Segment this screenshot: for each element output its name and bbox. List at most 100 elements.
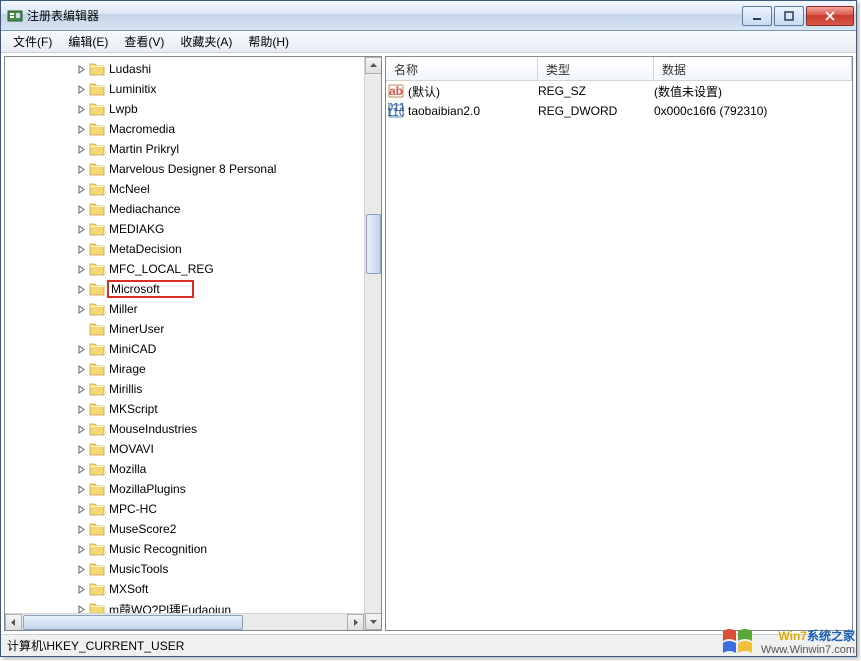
folder-icon [89, 162, 105, 176]
tree-item[interactable]: McNeel [5, 179, 364, 199]
titlebar[interactable]: 注册表编辑器 [1, 1, 856, 31]
tree-item[interactable]: Lwpb [5, 99, 364, 119]
tree-item-label: MEDIAKG [109, 222, 164, 236]
tree-item[interactable]: Music Recognition [5, 539, 364, 559]
expand-icon[interactable] [75, 203, 87, 215]
expand-icon[interactable] [75, 583, 87, 595]
expand-icon[interactable] [75, 483, 87, 495]
tree-item[interactable]: MEDIAKG [5, 219, 364, 239]
tree-item[interactable]: MFC_LOCAL_REG [5, 259, 364, 279]
window-title: 注册表编辑器 [27, 7, 740, 24]
column-type[interactable]: 类型 [538, 57, 654, 80]
expand-icon[interactable] [75, 143, 87, 155]
scroll-track-v[interactable] [365, 74, 381, 613]
tree-item[interactable]: Marvelous Designer 8 Personal [5, 159, 364, 179]
scroll-left-button[interactable] [5, 614, 22, 631]
tree-item-label: MiniCAD [109, 342, 156, 356]
expand-icon[interactable] [75, 603, 87, 613]
tree-item[interactable]: MPC-HC [5, 499, 364, 519]
tree-item[interactable]: MozillaPlugins [5, 479, 364, 499]
tree-item[interactable]: Mirage [5, 359, 364, 379]
tree-item[interactable]: MXSoft [5, 579, 364, 599]
content-area: LudashiLuminitixLwpbMacromediaMartin Pri… [1, 53, 856, 634]
menu-file[interactable]: 文件(F) [5, 31, 60, 52]
maximize-button[interactable] [774, 6, 804, 26]
tree-item[interactable]: Miller [5, 299, 364, 319]
expand-icon[interactable] [75, 443, 87, 455]
expand-icon[interactable] [75, 563, 87, 575]
expand-icon[interactable] [75, 543, 87, 555]
value-data: 0x000c16f6 (792310) [654, 104, 852, 118]
folder-icon [89, 542, 105, 556]
minimize-button[interactable] [742, 6, 772, 26]
expand-icon[interactable] [75, 463, 87, 475]
scroll-track-h[interactable] [22, 614, 347, 631]
tree-item-label: Mirillis [109, 382, 142, 396]
tree-item[interactable]: Martin Prikryl [5, 139, 364, 159]
tree-item[interactable]: MKScript [5, 399, 364, 419]
tree-item[interactable]: Mirillis [5, 379, 364, 399]
expand-icon[interactable] [75, 163, 87, 175]
scroll-up-button[interactable] [365, 57, 382, 74]
scroll-right-button[interactable] [347, 614, 364, 631]
expand-icon[interactable] [75, 383, 87, 395]
tree-item-label: MinerUser [109, 322, 164, 336]
expand-icon[interactable] [75, 523, 87, 535]
menu-help[interactable]: 帮助(H) [240, 31, 297, 52]
tree-item[interactable]: MinerUser [5, 319, 364, 339]
tree-item[interactable]: Ludashi [5, 59, 364, 79]
tree-item[interactable]: MusicTools [5, 559, 364, 579]
column-data[interactable]: 数据 [654, 57, 852, 80]
expand-icon[interactable] [75, 123, 87, 135]
expand-icon[interactable] [75, 243, 87, 255]
values-body[interactable]: (默认)REG_SZ(数值未设置)taobaibian2.0REG_DWORD0… [386, 81, 852, 630]
tree-item[interactable]: MuseScore2 [5, 519, 364, 539]
expand-icon[interactable] [75, 103, 87, 115]
folder-icon [89, 502, 105, 516]
value-type: REG_DWORD [538, 104, 654, 118]
tree-item[interactable]: m葭WQ?Pl瑀Fudaojun [5, 599, 364, 613]
expand-icon[interactable] [75, 423, 87, 435]
scroll-thumb-h[interactable] [23, 615, 243, 630]
expand-icon[interactable] [75, 223, 87, 235]
value-row[interactable]: (默认)REG_SZ(数值未设置) [386, 81, 852, 101]
expand-icon[interactable] [75, 363, 87, 375]
tree-item[interactable]: MouseIndustries [5, 419, 364, 439]
scroll-thumb-v[interactable] [366, 214, 381, 274]
folder-icon [89, 562, 105, 576]
expand-icon[interactable] [75, 63, 87, 75]
close-button[interactable] [806, 6, 854, 26]
tree-item[interactable]: MiniCAD [5, 339, 364, 359]
tree-item[interactable]: Luminitix [5, 79, 364, 99]
expand-icon[interactable] [75, 183, 87, 195]
menu-edit[interactable]: 编辑(E) [60, 31, 116, 52]
binary-value-icon [388, 103, 404, 119]
tree-hscrollbar[interactable] [5, 613, 364, 630]
tree-item[interactable]: Microsoft [5, 279, 364, 299]
tree-vscrollbar[interactable] [364, 57, 381, 630]
column-name[interactable]: 名称 [386, 57, 538, 80]
tree-body[interactable]: LudashiLuminitixLwpbMacromediaMartin Pri… [5, 57, 364, 613]
values-header: 名称 类型 数据 [386, 57, 852, 81]
expand-icon[interactable] [75, 503, 87, 515]
tree-item[interactable]: Mediachance [5, 199, 364, 219]
expand-icon[interactable] [75, 83, 87, 95]
tree-item[interactable]: Macromedia [5, 119, 364, 139]
expand-icon[interactable] [75, 303, 87, 315]
scroll-down-button[interactable] [365, 613, 382, 630]
expand-icon[interactable] [75, 343, 87, 355]
expand-icon[interactable] [75, 263, 87, 275]
menu-favorites[interactable]: 收藏夹(A) [172, 31, 240, 52]
tree-item[interactable]: MetaDecision [5, 239, 364, 259]
expand-icon[interactable] [75, 403, 87, 415]
folder-icon [89, 182, 105, 196]
tree-item[interactable]: Mozilla [5, 459, 364, 479]
tree-item-label: m葭WQ?Pl瑀Fudaojun [109, 601, 231, 614]
tree-item-label: MusicTools [109, 562, 168, 576]
value-row[interactable]: taobaibian2.0REG_DWORD0x000c16f6 (792310… [386, 101, 852, 121]
value-type: REG_SZ [538, 84, 654, 98]
tree-item-label: MFC_LOCAL_REG [109, 262, 214, 276]
menu-view[interactable]: 查看(V) [116, 31, 172, 52]
expand-icon[interactable] [75, 283, 87, 295]
tree-item[interactable]: MOVAVI [5, 439, 364, 459]
